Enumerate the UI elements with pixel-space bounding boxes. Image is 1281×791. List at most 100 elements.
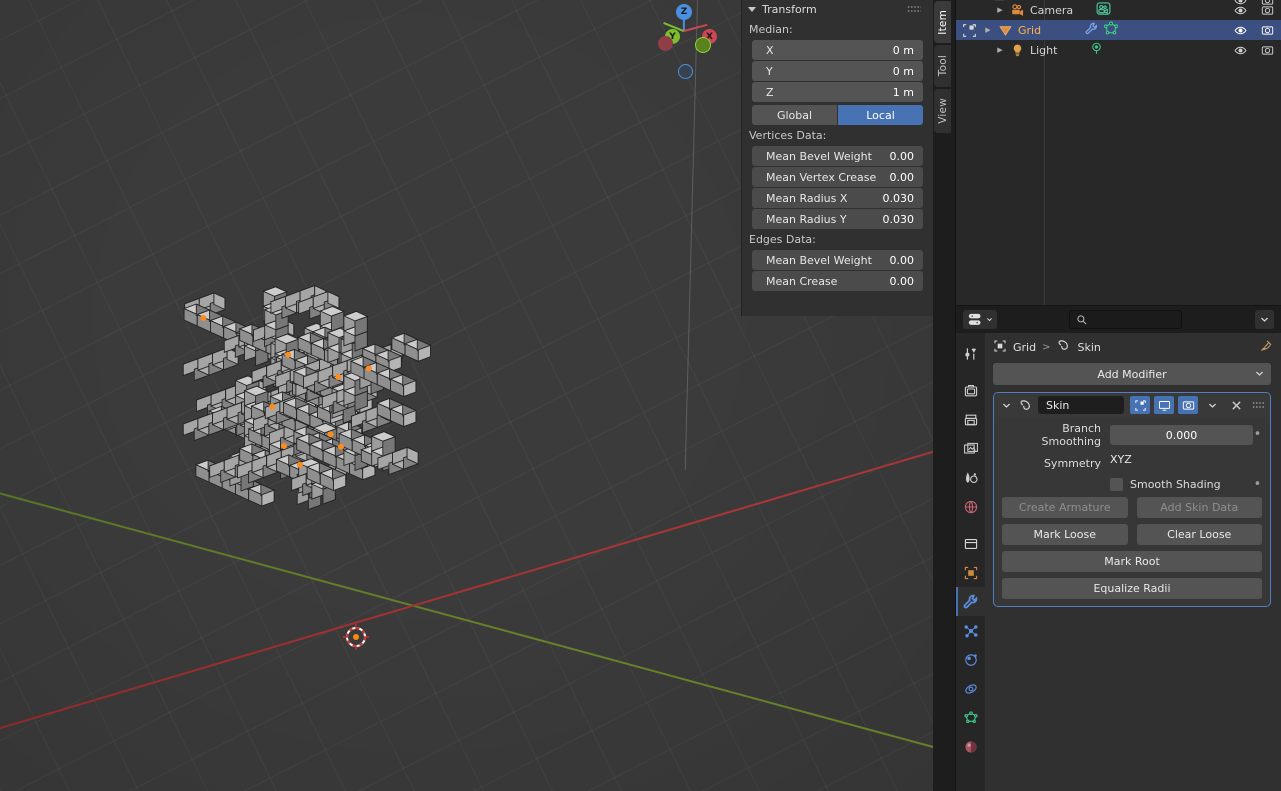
global-space-button[interactable]: Global xyxy=(752,105,837,125)
realtime-display-toggle[interactable] xyxy=(1154,396,1174,414)
clear-loose-button[interactable]: Clear Loose xyxy=(1136,524,1262,545)
gizmo-axis-neg-y[interactable] xyxy=(695,37,711,53)
sidebar-tab-item[interactable]: Item xyxy=(934,1,951,43)
tab-world[interactable] xyxy=(956,492,985,521)
outliner-restrict-grid[interactable] xyxy=(1232,20,1275,40)
skin-modifier-icon xyxy=(1056,338,1071,356)
mesh-data-icon[interactable] xyxy=(1103,21,1119,40)
add-modifier-label: Add Modifier xyxy=(1097,367,1167,381)
symmetry-toggle-group[interactable]: X Y Z xyxy=(1110,453,1253,473)
add-modifier-button[interactable]: Add Modifier xyxy=(993,363,1271,385)
median-y-field[interactable]: Y 0 m xyxy=(752,61,923,81)
chevron-down-icon xyxy=(748,7,756,12)
properties-editor[interactable]: Grid > Skin Add Modifier Skin Branch Smo… xyxy=(955,305,1281,791)
equalize-radii-button[interactable]: Equalize Radii xyxy=(1002,578,1262,599)
mean-radius-x-field[interactable]: Mean Radius X 0.030 xyxy=(752,188,923,208)
tab-tool[interactable] xyxy=(956,339,985,368)
sidebar-tab-tool[interactable]: Tool xyxy=(934,45,951,87)
tab-constraints[interactable] xyxy=(956,674,985,703)
outliner-row-light[interactable]: ▶ Light xyxy=(956,40,1281,60)
edit-mode-display-toggle[interactable] xyxy=(1130,396,1150,414)
camera-render-icon[interactable] xyxy=(1259,42,1275,58)
properties-tab-rail[interactable] xyxy=(956,333,985,791)
camera-render-icon[interactable] xyxy=(1259,2,1275,18)
symmetry-y-toggle[interactable]: Y xyxy=(1118,453,1125,473)
sidebar-tab-tool-label: Tool xyxy=(936,55,949,77)
transform-space-toggle[interactable]: Global Local xyxy=(752,105,923,125)
expand-chevron-icon[interactable] xyxy=(999,401,1013,410)
render-display-toggle[interactable] xyxy=(1178,396,1198,414)
transform-panel-header[interactable]: Transform xyxy=(742,0,933,19)
local-space-button[interactable]: Local xyxy=(838,105,923,125)
animate-property-dot-icon[interactable]: • xyxy=(1253,478,1262,491)
branch-smoothing-slider[interactable]: 0.000 xyxy=(1110,425,1253,445)
panel-grip-icon[interactable] xyxy=(907,5,921,14)
breadcrumb-current: Skin xyxy=(1077,340,1101,354)
editor-type-selector[interactable] xyxy=(963,310,997,329)
breadcrumb-object[interactable]: Grid xyxy=(1013,341,1036,354)
median-z-value: 1 m xyxy=(892,85,914,99)
modifier-wrench-icon[interactable] xyxy=(1084,21,1099,39)
outliner-row-grid[interactable]: ▶ Grid xyxy=(956,20,1281,40)
tab-physics[interactable] xyxy=(956,645,985,674)
search-input[interactable] xyxy=(1069,310,1182,329)
outliner-data-camera[interactable] xyxy=(1096,0,1111,20)
tab-particles[interactable] xyxy=(956,616,985,645)
disclosure-triangle-icon[interactable]: ▶ xyxy=(992,46,1008,54)
create-armature-button[interactable]: Create Armature xyxy=(1002,497,1128,518)
tab-collection[interactable] xyxy=(956,529,985,558)
smooth-shading-checkbox[interactable] xyxy=(1110,478,1123,491)
add-skin-data-button[interactable]: Add Skin Data xyxy=(1136,497,1262,518)
tab-material[interactable] xyxy=(956,732,985,761)
median-x-field[interactable]: X 0 m xyxy=(752,40,923,60)
tab-object-data[interactable] xyxy=(956,703,985,732)
mean-radius-y-field[interactable]: Mean Radius Y 0.030 xyxy=(752,209,923,229)
mark-root-button[interactable]: Mark Root xyxy=(1002,551,1262,572)
gizmo-axis-neg-x[interactable] xyxy=(658,36,673,51)
pin-icon[interactable] xyxy=(1259,339,1273,356)
outliner-row-camera[interactable]: ▶ Camera xyxy=(956,0,1281,20)
modifier-header[interactable]: Skin xyxy=(994,393,1270,417)
vertex-mean-bevel-weight-field[interactable]: Mean Bevel Weight 0.00 xyxy=(752,146,923,166)
modifier-close-button[interactable] xyxy=(1226,396,1246,414)
disclosure-triangle-icon[interactable]: ▶ xyxy=(980,26,996,34)
outliner-restrict-light[interactable] xyxy=(1232,40,1275,60)
tab-scene[interactable] xyxy=(956,463,985,492)
outliner-data-light[interactable] xyxy=(1089,40,1104,60)
camera-data-icon[interactable] xyxy=(1096,1,1111,19)
modifier-name-field[interactable]: Skin xyxy=(1038,396,1124,414)
outliner-data-grid[interactable] xyxy=(1084,20,1119,40)
modifier-extras-chevron[interactable] xyxy=(1202,396,1222,414)
light-data-icon[interactable] xyxy=(1089,41,1104,59)
tab-render[interactable] xyxy=(956,376,985,405)
edge-mean-bevel-weight-field[interactable]: Mean Bevel Weight 0.00 xyxy=(752,250,923,270)
animate-property-dot-icon[interactable]: • xyxy=(1253,428,1262,441)
modifier-drag-grip-icon[interactable] xyxy=(1252,400,1265,410)
camera-render-icon[interactable] xyxy=(1259,22,1275,38)
properties-options-chevron[interactable] xyxy=(1255,310,1274,329)
modifier-name-value: Skin xyxy=(1046,398,1070,412)
eye-icon[interactable] xyxy=(1232,42,1248,58)
eye-icon[interactable] xyxy=(1232,2,1248,18)
disclosure-triangle-icon[interactable]: ▶ xyxy=(992,6,1008,14)
vertex-mean-crease-field[interactable]: Mean Vertex Crease 0.00 xyxy=(752,167,923,187)
sidebar-tab-view[interactable]: View xyxy=(934,89,951,133)
tab-view-layer[interactable] xyxy=(956,434,985,463)
outliner-label-camera: Camera xyxy=(1030,3,1074,17)
mark-loose-button[interactable]: Mark Loose xyxy=(1002,524,1128,545)
tab-object[interactable] xyxy=(956,558,985,587)
median-z-field[interactable]: Z 1 m xyxy=(752,82,923,102)
tab-modifiers[interactable] xyxy=(956,587,985,616)
outliner-restrict-camera[interactable] xyxy=(1232,0,1275,20)
symmetry-z-toggle[interactable]: Z xyxy=(1124,453,1132,473)
edge-mean-crease-field[interactable]: Mean Crease 0.00 xyxy=(752,271,923,291)
outliner-editor[interactable]: ▼ Collection ▶ xyxy=(955,0,1281,305)
tab-output[interactable] xyxy=(956,405,985,434)
symmetry-x-toggle[interactable]: X xyxy=(1110,453,1118,473)
chevron-down-icon xyxy=(1261,317,1268,322)
gizmo-axis-z[interactable]: Z xyxy=(676,4,692,20)
navigation-gizmo[interactable]: Z Y X xyxy=(651,2,721,79)
eye-icon[interactable] xyxy=(1232,22,1248,38)
median-y-value: 0 m xyxy=(892,64,914,78)
gizmo-axis-neg-z[interactable] xyxy=(678,64,693,79)
